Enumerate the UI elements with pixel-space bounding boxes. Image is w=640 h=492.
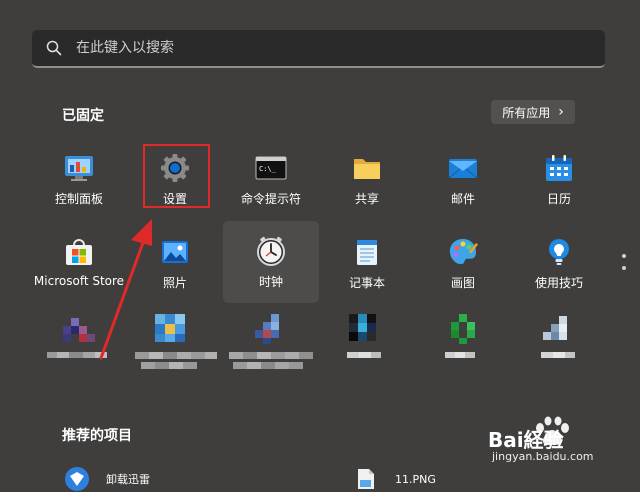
page-dots[interactable] — [622, 254, 626, 278]
recommended-title: 推荐的项目 — [62, 428, 132, 444]
watermark-url: jingyan.baidu.com — [492, 450, 594, 463]
recommended-item[interactable]: 11.PNG — [357, 468, 436, 490]
image-file-icon — [358, 469, 374, 489]
recommended-item[interactable]: 卸载迅雷 — [64, 466, 150, 492]
recommended-item-label: 卸载迅雷 — [106, 473, 150, 486]
page-dot[interactable] — [622, 254, 626, 258]
recommended-item-label: 11.PNG — [395, 472, 436, 486]
baidu-jingyan-watermark: Bai経验 jingyan.baidu.com — [488, 406, 608, 463]
watermark-brand: Bai経验 — [488, 428, 564, 452]
page-dot[interactable] — [622, 266, 626, 270]
thunder-app-icon — [65, 467, 89, 491]
